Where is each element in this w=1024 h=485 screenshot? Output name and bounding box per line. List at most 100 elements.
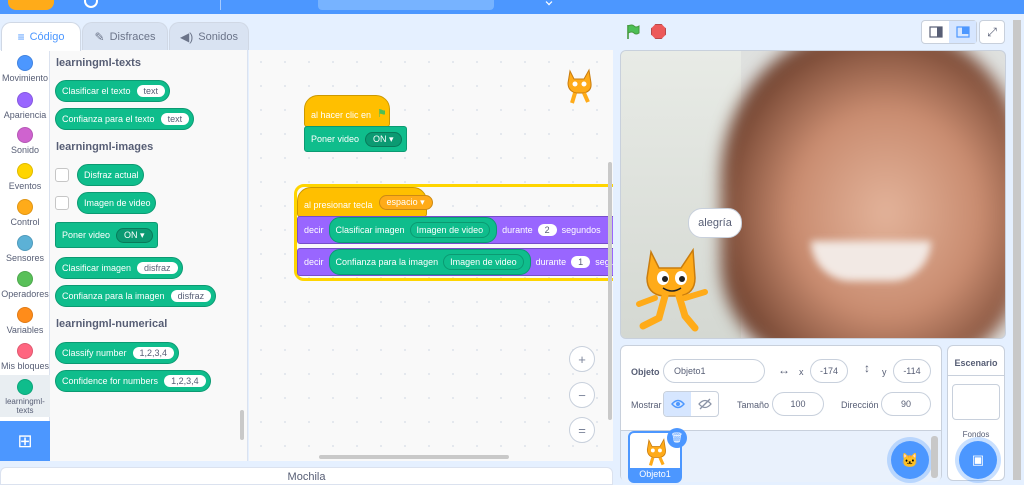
- block-classify-text[interactable]: Clasificar el texto text: [55, 80, 171, 102]
- category-sensing[interactable]: Sensores: [0, 235, 50, 263]
- block-confidence-numbers[interactable]: Confidence for numbers 1,2,3,4: [55, 370, 211, 392]
- y-input[interactable]: -114: [893, 359, 931, 383]
- block-input[interactable]: 1,2,3,4: [164, 375, 206, 387]
- code-area[interactable]: al hacer clic en ⚑ Poner video ON ▾ al p…: [249, 50, 613, 461]
- stage-pane-title: Escenario: [948, 346, 1004, 376]
- block-label: al presionar tecla: [304, 200, 373, 210]
- reporter-label: Confianza para la imagen: [335, 257, 439, 267]
- menu-bar: [0, 0, 1024, 14]
- block-classify-image[interactable]: Clasificar imagen disfraz: [55, 257, 183, 279]
- category-events[interactable]: Eventos: [0, 163, 50, 191]
- category-looks[interactable]: Apariencia: [0, 92, 50, 120]
- direction-input[interactable]: 90: [881, 392, 931, 416]
- project-title-input[interactable]: [318, 0, 494, 10]
- code-vertical-scrollbar[interactable]: [608, 162, 612, 420]
- sprite-cat-icon: [567, 68, 592, 104]
- hat-block-flag-clicked[interactable]: al hacer clic en ⚑: [304, 95, 390, 127]
- block-video-image[interactable]: Imagen de video: [77, 192, 156, 214]
- zoom-out-button[interactable]: −: [569, 382, 595, 408]
- x-input[interactable]: -174: [810, 359, 848, 383]
- x-arrows-icon: ↔: [778, 363, 790, 377]
- reporter-video-image[interactable]: Imagen de video: [443, 254, 524, 270]
- cat-add-icon: 🐱: [901, 451, 919, 468]
- monitor-checkbox[interactable]: [55, 196, 69, 210]
- block-say-classify[interactable]: decir Clasificar imagen Imagen de video …: [297, 216, 613, 244]
- large-stage-button[interactable]: [949, 21, 976, 43]
- green-flag-icon: ⚑: [377, 108, 387, 120]
- zoom-in-icon: +: [578, 351, 586, 367]
- size-input[interactable]: 100: [772, 392, 824, 416]
- block-say-confidence[interactable]: decir Confianza para la imagen Imagen de…: [297, 248, 613, 276]
- block-set-video[interactable]: Poner video ON ▾: [55, 222, 158, 248]
- block-input[interactable]: disfraz: [137, 262, 178, 274]
- y-value: -114: [903, 366, 921, 376]
- zoom-reset-button[interactable]: =: [569, 417, 595, 443]
- show-visible-button[interactable]: [664, 392, 691, 416]
- block-input[interactable]: text: [160, 113, 190, 125]
- reporter-video-image[interactable]: Imagen de video: [409, 222, 491, 238]
- reporter-label: Clasificar imagen: [335, 225, 405, 235]
- category-sound[interactable]: Sonido: [0, 127, 50, 155]
- category-label: learningml-texts: [5, 397, 45, 415]
- block-label: Classify number: [62, 348, 127, 358]
- block-dropdown[interactable]: ON ▾: [365, 131, 402, 147]
- reporter-classify-image[interactable]: Clasificar imagen Imagen de video: [328, 217, 498, 243]
- menu-divider: [220, 0, 221, 10]
- tab-sounds[interactable]: ◀) Sonidos: [169, 22, 249, 50]
- backpack[interactable]: Mochila: [0, 467, 613, 485]
- block-confidence-text[interactable]: Confianza para el texto text: [55, 108, 195, 130]
- scratch-logo[interactable]: [8, 0, 54, 10]
- sprite-name-input[interactable]: Objeto1: [663, 359, 765, 383]
- code-horizontal-scrollbar[interactable]: [319, 455, 509, 459]
- code-icon: ≡: [17, 30, 25, 44]
- category-motion[interactable]: Movimiento: [0, 55, 50, 83]
- dropdown-value: ON: [124, 229, 138, 240]
- category-control[interactable]: Control: [0, 199, 50, 227]
- category-my-blocks[interactable]: Mis bloques: [0, 343, 50, 371]
- chevron-down-icon[interactable]: [545, 0, 553, 6]
- block-costume[interactable]: Disfraz actual: [77, 164, 144, 186]
- tab-costumes[interactable]: ✎ Disfraces: [82, 22, 168, 50]
- category-learningml-texts[interactable]: learningml-texts: [0, 375, 50, 417]
- stage-sprite-cat[interactable]: [635, 246, 713, 332]
- show-hidden-button[interactable]: [691, 392, 718, 416]
- seconds-input[interactable]: 1: [571, 256, 591, 268]
- sprite-list-scrollbar[interactable]: [931, 436, 938, 478]
- block-set-video-script[interactable]: Poner video ON ▾: [304, 126, 407, 152]
- green-flag-button[interactable]: [621, 21, 645, 43]
- block-label: Imagen de video: [84, 198, 151, 208]
- block-confidence-image[interactable]: Confianza para la imagen disfraz: [55, 285, 217, 307]
- add-backdrop-button[interactable]: ▣: [959, 441, 997, 479]
- small-stage-button[interactable]: [922, 21, 949, 43]
- reporter-confidence-image[interactable]: Confianza para la imagen Imagen de video: [328, 249, 531, 275]
- stop-button[interactable]: [651, 24, 666, 39]
- globe-icon[interactable]: [84, 0, 98, 8]
- category-operators[interactable]: Operadores: [0, 271, 50, 299]
- block-input[interactable]: disfraz: [170, 290, 212, 302]
- stage[interactable]: alegría: [620, 50, 1006, 339]
- add-extension-button[interactable]: ⊞: [0, 421, 50, 461]
- add-sprite-button[interactable]: 🐱: [891, 441, 929, 479]
- hat-block-key-pressed[interactable]: al presionar tecla espacio ▾: [297, 187, 433, 217]
- block-dropdown[interactable]: ON ▾: [116, 227, 153, 243]
- block-input[interactable]: text: [136, 85, 166, 97]
- block-label: Confidence for numbers: [62, 376, 159, 386]
- zoom-out-icon: −: [578, 387, 586, 403]
- zoom-in-button[interactable]: +: [569, 346, 595, 372]
- category-dot: [17, 343, 33, 359]
- block-input[interactable]: 1,2,3,4: [132, 347, 175, 359]
- key-dropdown[interactable]: espacio ▾: [378, 195, 433, 210]
- category-label: Eventos: [8, 181, 42, 191]
- seconds-input[interactable]: 2: [537, 224, 557, 236]
- tab-code[interactable]: ≡ Código: [1, 22, 81, 51]
- delete-sprite-button[interactable]: 🗑: [667, 428, 687, 448]
- fullscreen-button[interactable]: ⤢: [979, 20, 1005, 44]
- category-variables[interactable]: Variables: [0, 307, 50, 335]
- palette-section-images: learningml-images: [56, 141, 154, 153]
- block-label: Clasificar el texto: [62, 86, 131, 96]
- monitor-checkbox[interactable]: [55, 168, 69, 182]
- x-value: -174: [819, 366, 838, 376]
- block-classify-number[interactable]: Classify number 1,2,3,4: [55, 342, 180, 364]
- palette-scrollbar[interactable]: [240, 410, 244, 440]
- page-scrollbar[interactable]: [1013, 20, 1021, 480]
